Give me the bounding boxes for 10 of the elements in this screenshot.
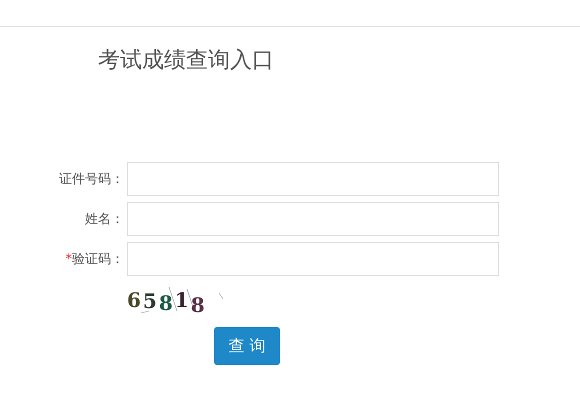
captcha-image: 65818 <box>127 285 227 315</box>
search-button[interactable]: 查 询 <box>214 327 280 365</box>
input-field[interactable] <box>127 242 499 276</box>
input-field[interactable] <box>127 162 499 196</box>
field-label: 验证码： <box>72 252 124 267</box>
required-mark: * <box>66 252 72 267</box>
input-field[interactable] <box>127 202 499 236</box>
field-label: 证件号码： <box>59 172 124 187</box>
field-label: 姓名： <box>85 212 124 227</box>
page-title: 考试成绩查询入口 <box>98 47 275 75</box>
